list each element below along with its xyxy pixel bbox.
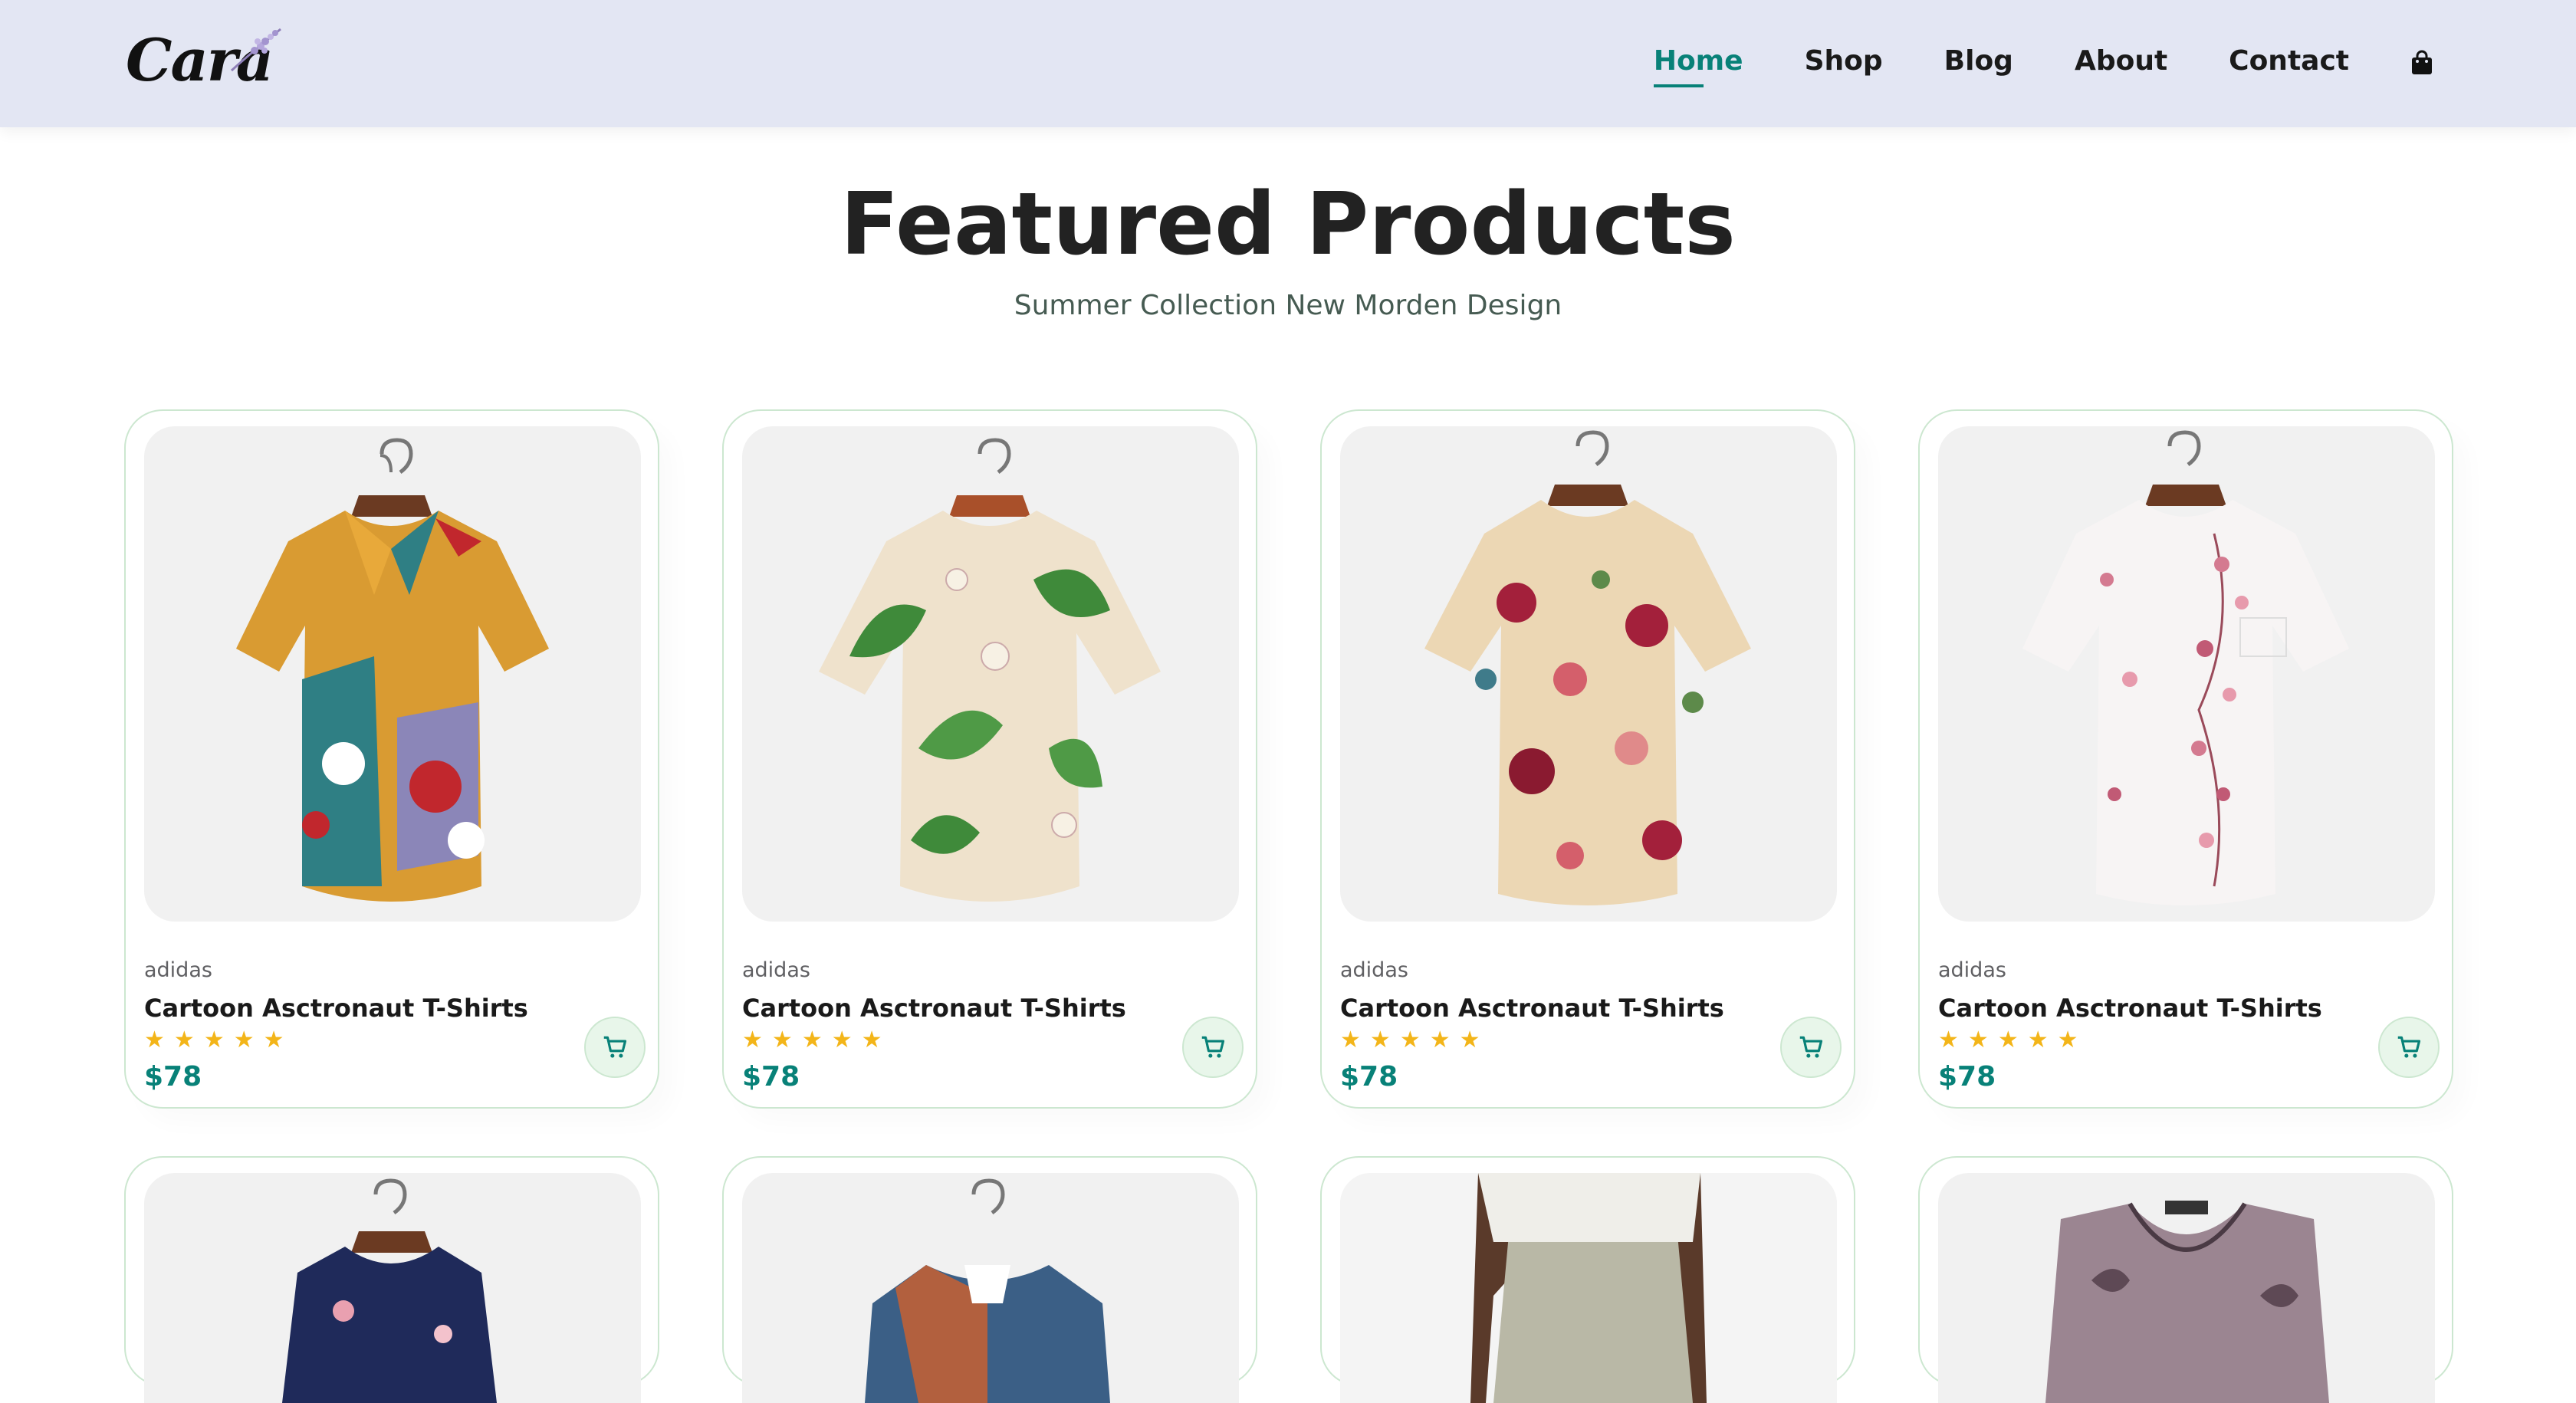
product-price: $78 bbox=[144, 1061, 202, 1092]
star-icon: ★ bbox=[1459, 1027, 1480, 1053]
add-to-cart-button[interactable] bbox=[1182, 1017, 1244, 1078]
section-subtitle: Summer Collection New Morden Design bbox=[1014, 290, 1562, 321]
product-rating: ★ ★ ★ ★ ★ bbox=[144, 1029, 294, 1052]
product-image[interactable] bbox=[1340, 426, 1837, 922]
star-icon: ★ bbox=[1997, 1027, 2019, 1053]
product-image[interactable] bbox=[1938, 1173, 2435, 1403]
product-image[interactable] bbox=[1340, 1173, 1837, 1403]
product-brand: adidas bbox=[742, 958, 810, 982]
product-rating: ★ ★ ★ ★ ★ bbox=[1938, 1029, 2088, 1052]
add-to-cart-button[interactable] bbox=[2378, 1017, 2440, 1078]
product-brand: adidas bbox=[1340, 958, 1408, 982]
product-brand: adidas bbox=[1938, 958, 2006, 982]
star-icon: ★ bbox=[203, 1027, 225, 1053]
star-icon: ★ bbox=[1340, 1027, 1361, 1053]
product-image[interactable] bbox=[1938, 426, 2435, 922]
product-card[interactable]: adidas Cartoon Asctronaut T-Shirts ★ ★ ★ ★ ★… bbox=[124, 409, 659, 1109]
cara-logo[interactable]: Cara bbox=[126, 21, 281, 98]
cart-icon bbox=[1799, 1036, 1823, 1058]
star-icon: ★ bbox=[1429, 1027, 1451, 1053]
star-icon: ★ bbox=[742, 1027, 763, 1053]
main-nav: Home Shop Blog About Contact bbox=[1592, 40, 2433, 87]
star-icon: ★ bbox=[144, 1027, 165, 1053]
nav-home[interactable]: Home bbox=[1653, 45, 1743, 87]
star-icon: ★ bbox=[1938, 1027, 1959, 1053]
shirt-navy-floral-image bbox=[282, 1178, 497, 1403]
product-price: $78 bbox=[742, 1061, 800, 1092]
shirt-cartoon-print-image bbox=[236, 438, 549, 902]
product-image[interactable] bbox=[742, 1173, 1239, 1403]
nav-contact[interactable]: Contact bbox=[2229, 45, 2349, 81]
add-to-cart-button[interactable] bbox=[1780, 1017, 1842, 1078]
product-name[interactable]: Cartoon Asctronaut T-Shirts bbox=[1340, 994, 1724, 1023]
star-icon: ★ bbox=[1369, 1027, 1391, 1053]
pants-linen-grey-image bbox=[1340, 1173, 1837, 1403]
nav-about[interactable]: About bbox=[2075, 45, 2167, 81]
nav-blog[interactable]: Blog bbox=[1944, 45, 2013, 81]
product-price: $78 bbox=[1340, 1061, 1398, 1092]
product-card[interactable]: adidas Cartoon Asctronaut T-Shirts ★ ★ ★ ★ ★… bbox=[1918, 409, 2453, 1109]
product-card[interactable] bbox=[1320, 1156, 1855, 1403]
top-paisley-mauve-image bbox=[2045, 1201, 2329, 1403]
star-icon: ★ bbox=[861, 1027, 882, 1053]
product-name[interactable]: Cartoon Asctronaut T-Shirts bbox=[1938, 994, 2322, 1023]
cart-icon bbox=[1201, 1036, 1225, 1058]
shopping-bag-icon[interactable] bbox=[2410, 50, 2433, 76]
shirt-floral-beige-image bbox=[1424, 430, 1751, 905]
star-icon: ★ bbox=[831, 1027, 853, 1053]
star-icon: ★ bbox=[233, 1027, 255, 1053]
cart-icon bbox=[2397, 1036, 2421, 1058]
product-name[interactable]: Cartoon Asctronaut T-Shirts bbox=[144, 994, 528, 1023]
product-image[interactable] bbox=[144, 426, 641, 922]
product-card[interactable] bbox=[722, 1156, 1257, 1403]
product-brand: adidas bbox=[144, 958, 212, 982]
site-header: Cara Home Shop Blog About Contact bbox=[0, 0, 2576, 127]
product-rating: ★ ★ ★ ★ ★ bbox=[742, 1029, 892, 1052]
product-image[interactable] bbox=[742, 426, 1239, 922]
section-title: Featured Products bbox=[840, 175, 1736, 274]
star-icon: ★ bbox=[1967, 1027, 1989, 1053]
shirt-green-leaf-print-image bbox=[819, 438, 1161, 902]
product-card[interactable]: adidas Cartoon Asctronaut T-Shirts ★ ★ ★ ★ ★… bbox=[1320, 409, 1855, 1109]
add-to-cart-button[interactable] bbox=[584, 1017, 646, 1078]
product-price: $78 bbox=[1938, 1061, 1996, 1092]
product-card[interactable] bbox=[1918, 1156, 2453, 1403]
product-rating: ★ ★ ★ ★ ★ bbox=[1340, 1029, 1490, 1052]
cart-icon bbox=[603, 1036, 627, 1058]
lavender-sprig-icon bbox=[230, 28, 281, 72]
shirt-white-pink-blossom-image bbox=[2022, 430, 2349, 905]
nav-shop[interactable]: Shop bbox=[1805, 45, 1883, 81]
star-icon: ★ bbox=[2057, 1027, 2078, 1053]
star-icon: ★ bbox=[173, 1027, 195, 1053]
product-card[interactable] bbox=[124, 1156, 659, 1403]
product-card[interactable]: adidas Cartoon Asctronaut T-Shirts ★ ★ ★ ★ ★… bbox=[722, 409, 1257, 1109]
star-icon: ★ bbox=[801, 1027, 823, 1053]
product-image[interactable] bbox=[144, 1173, 641, 1403]
star-icon: ★ bbox=[2027, 1027, 2049, 1053]
star-icon: ★ bbox=[771, 1027, 793, 1053]
star-icon: ★ bbox=[1399, 1027, 1421, 1053]
shirt-denim-rust-image bbox=[865, 1178, 1110, 1403]
star-icon: ★ bbox=[263, 1027, 284, 1053]
product-name[interactable]: Cartoon Asctronaut T-Shirts bbox=[742, 994, 1126, 1023]
